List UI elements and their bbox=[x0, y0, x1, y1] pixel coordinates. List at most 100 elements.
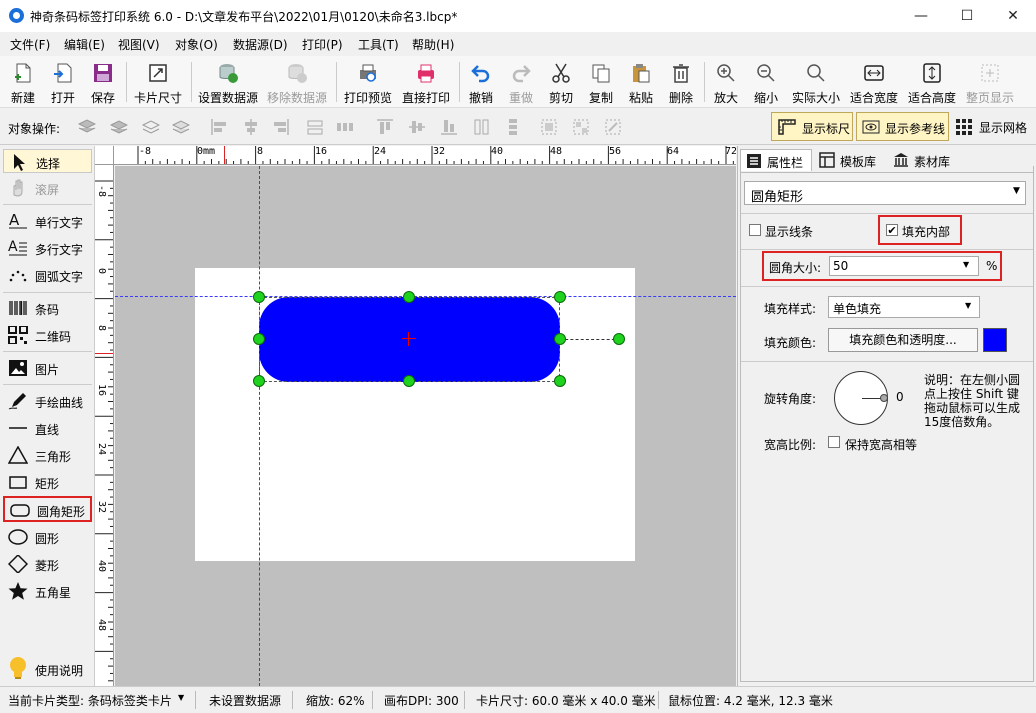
show-ruler-toggle[interactable]: 显示标尺 bbox=[771, 112, 853, 141]
tool-star[interactable]: 五角星 bbox=[3, 579, 92, 603]
menu-view[interactable]: 视图(V) bbox=[118, 36, 160, 53]
tool-circle[interactable]: 圆形 bbox=[3, 525, 92, 549]
distribute-horizontal-icon[interactable] bbox=[336, 118, 354, 136]
resize-handle-right[interactable] bbox=[554, 333, 566, 345]
cut-label: 剪切 bbox=[548, 91, 573, 105]
cut-button[interactable]: 剪切 bbox=[542, 60, 580, 106]
help-button[interactable]: 使用说明 bbox=[3, 654, 92, 682]
group-icon[interactable] bbox=[540, 118, 558, 136]
fill-color-button[interactable]: 填充颜色和透明度... bbox=[828, 328, 978, 352]
actual-size-button[interactable]: 实际大小 bbox=[788, 60, 844, 106]
keep-aspect-checkbox[interactable] bbox=[828, 436, 840, 448]
tool-palette: 选择 滚屏 A 单行文字 A 多行文字 圆弧文字 条码 二维码 图片 手绘曲线 … bbox=[0, 146, 95, 686]
direct-print-button[interactable]: 直接打印 bbox=[398, 60, 454, 106]
tool-arc-text[interactable]: 圆弧文字 bbox=[3, 263, 92, 287]
paste-button[interactable]: 粘贴 bbox=[622, 60, 660, 106]
corner-size-input[interactable]: 50 ▼ bbox=[829, 256, 979, 276]
tool-barcode[interactable]: 条码 bbox=[3, 296, 92, 320]
delete-button[interactable]: 删除 bbox=[662, 60, 700, 106]
align-center-icon[interactable] bbox=[242, 118, 260, 136]
copy-button[interactable]: 复制 bbox=[582, 60, 620, 106]
vertical-guide-line[interactable] bbox=[259, 166, 260, 686]
resize-handle-bottom-left[interactable] bbox=[253, 375, 265, 387]
status-card-type[interactable]: 当前卡片类型: 条码标签类卡片 bbox=[8, 692, 172, 709]
remove-datasource-button[interactable]: 移除数据源 bbox=[264, 60, 330, 106]
align-middle-icon[interactable] bbox=[408, 118, 426, 136]
fill-style-select[interactable]: 单色填充 ▼ bbox=[828, 296, 980, 318]
show-lines-checkbox[interactable] bbox=[749, 224, 761, 236]
chevron-down-icon[interactable]: ▼ bbox=[963, 260, 969, 269]
zoom-in-button[interactable]: 放大 bbox=[707, 60, 745, 106]
distribute-vertical-icon[interactable] bbox=[504, 118, 522, 136]
tool-qrcode[interactable]: 二维码 bbox=[3, 323, 92, 347]
zoom-out-button[interactable]: 缩小 bbox=[747, 60, 785, 106]
print-preview-button[interactable]: 打印预览 bbox=[340, 60, 396, 106]
redo-button[interactable]: 重做 bbox=[502, 60, 540, 106]
card-size-button[interactable]: 卡片尺寸 bbox=[130, 60, 186, 106]
menu-tools[interactable]: 工具(T) bbox=[358, 36, 399, 53]
rotation-knob[interactable] bbox=[880, 394, 888, 402]
ungroup-icon[interactable] bbox=[572, 118, 590, 136]
fill-color-swatch[interactable] bbox=[983, 328, 1007, 352]
object-type-select[interactable]: 圆角矩形 ▼ bbox=[744, 181, 1026, 205]
minimize-button[interactable]: — bbox=[898, 0, 944, 32]
tool-multi-text[interactable]: A 多行文字 bbox=[3, 236, 92, 260]
bring-front-icon[interactable] bbox=[78, 118, 96, 136]
menu-edit[interactable]: 编辑(E) bbox=[64, 36, 105, 53]
tool-line[interactable]: 直线 bbox=[3, 416, 92, 440]
new-button[interactable]: 新建 bbox=[4, 60, 42, 106]
same-width-icon[interactable] bbox=[306, 118, 324, 136]
menu-object[interactable]: 对象(O) bbox=[175, 36, 218, 53]
fit-width-button[interactable]: 适合宽度 bbox=[846, 60, 902, 106]
tool-divider bbox=[3, 384, 92, 385]
menu-print[interactable]: 打印(P) bbox=[302, 36, 343, 53]
design-canvas[interactable] bbox=[115, 166, 736, 686]
tool-select[interactable]: 选择 bbox=[3, 149, 92, 173]
resize-handle-bottom-right[interactable] bbox=[554, 375, 566, 387]
fill-inside-checkbox[interactable]: ✔ bbox=[886, 224, 898, 236]
align-top-icon[interactable] bbox=[376, 118, 394, 136]
tool-rounded-rect[interactable]: 圆角矩形 bbox=[3, 496, 92, 522]
open-button[interactable]: 打开 bbox=[44, 60, 82, 106]
bring-forward-icon[interactable] bbox=[110, 118, 128, 136]
tab-templates[interactable]: 模板库 bbox=[814, 149, 886, 171]
send-backward-icon[interactable] bbox=[142, 118, 160, 136]
align-right-icon[interactable] bbox=[272, 118, 290, 136]
tool-triangle[interactable]: 三角形 bbox=[3, 443, 92, 467]
tool-freehand[interactable]: 手绘曲线 bbox=[3, 389, 92, 413]
tab-properties[interactable]: 属性栏 bbox=[740, 149, 812, 171]
tab-materials[interactable]: 素材库 bbox=[888, 149, 960, 171]
rotation-handle[interactable] bbox=[613, 333, 625, 345]
save-button[interactable]: 保存 bbox=[84, 60, 122, 106]
show-guides-toggle[interactable]: 显示参考线 bbox=[856, 112, 949, 141]
rotation-dial[interactable] bbox=[834, 371, 888, 425]
show-grid-toggle[interactable]: 显示网格 bbox=[952, 112, 1034, 141]
send-back-icon[interactable] bbox=[172, 118, 190, 136]
tool-single-text[interactable]: A 单行文字 bbox=[3, 209, 92, 233]
lock-object-icon[interactable] bbox=[604, 118, 622, 136]
align-bottom-icon[interactable] bbox=[440, 118, 458, 136]
chevron-down-icon[interactable]: ▼ bbox=[178, 693, 184, 702]
menu-help[interactable]: 帮助(H) bbox=[412, 36, 454, 53]
full-page-button[interactable]: 整页显示 bbox=[962, 60, 1018, 106]
resize-handle-left[interactable] bbox=[253, 333, 265, 345]
fit-height-button[interactable]: 适合高度 bbox=[904, 60, 960, 106]
tool-image[interactable]: 图片 bbox=[3, 356, 92, 380]
set-datasource-button[interactable]: 设置数据源 bbox=[195, 60, 261, 106]
menu-file[interactable]: 文件(F) bbox=[10, 36, 50, 53]
maximize-button[interactable]: ☐ bbox=[944, 0, 990, 32]
resize-handle-top-left[interactable] bbox=[253, 291, 265, 303]
undo-button[interactable]: 撤销 bbox=[462, 60, 500, 106]
close-button[interactable]: ✕ bbox=[990, 0, 1036, 32]
tool-diamond[interactable]: 菱形 bbox=[3, 552, 92, 576]
template-icon bbox=[819, 152, 835, 168]
menu-datasource[interactable]: 数据源(D) bbox=[233, 36, 288, 53]
resize-handle-bottom[interactable] bbox=[403, 375, 415, 387]
align-left-icon[interactable] bbox=[210, 118, 228, 136]
same-height-icon[interactable] bbox=[472, 118, 490, 136]
tool-scroll[interactable]: 滚屏 bbox=[3, 176, 92, 200]
resize-handle-top-right[interactable] bbox=[554, 291, 566, 303]
resize-handle-top[interactable] bbox=[403, 291, 415, 303]
tool-rectangle[interactable]: 矩形 bbox=[3, 470, 92, 494]
open-file-icon bbox=[54, 63, 72, 83]
